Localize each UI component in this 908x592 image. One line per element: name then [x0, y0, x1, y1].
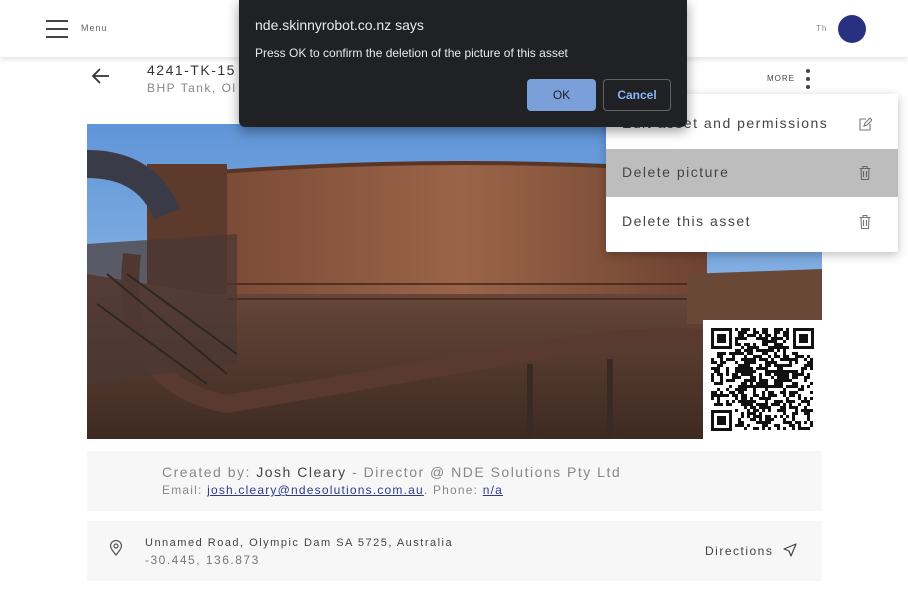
confirm-dialog: nde.skinnyrobot.co.nz says Press OK to c… [239, 0, 687, 127]
dialog-message: Press OK to confirm the deletion of the … [255, 46, 568, 60]
user-initials: Th [816, 24, 828, 33]
phone-prefix: . Phone: [423, 483, 483, 497]
menu-item-delete-asset[interactable]: Delete this asset [606, 198, 898, 246]
trash-icon [859, 214, 871, 230]
directions-button[interactable]: Directions [705, 544, 773, 558]
contact-line: Email: josh.cleary@ndesolutions.com.au. … [162, 483, 503, 497]
created-by-prefix: Created by: [162, 464, 257, 480]
qr-code [703, 320, 822, 439]
email-prefix: Email: [162, 483, 208, 497]
menu-item-label: Delete this asset [622, 213, 751, 229]
creator-name: Josh Cleary [256, 464, 347, 480]
more-vertical-icon[interactable] [805, 69, 811, 89]
location-card: Unnamed Road, Olympic Dam SA 5725, Austr… [87, 521, 822, 581]
avatar[interactable] [838, 15, 866, 43]
email-link[interactable]: josh.cleary@ndesolutions.com.au [207, 483, 424, 497]
asset-subtitle: BHP Tank, Ol [147, 81, 237, 95]
creator-role: - Director @ NDE Solutions Pty Ltd [346, 464, 622, 480]
ok-button[interactable]: OK [527, 79, 596, 111]
menu-item-label: Delete picture [622, 164, 730, 180]
created-by-line: Created by: Josh Cleary - Director @ NDE… [162, 464, 621, 480]
creator-card: Created by: Josh Cleary - Director @ NDE… [87, 451, 822, 511]
trash-icon [859, 165, 871, 181]
dialog-title: nde.skinnyrobot.co.nz says [255, 17, 424, 33]
location-pin-icon [109, 540, 123, 556]
navigation-arrow-icon[interactable] [783, 543, 797, 557]
phone-link[interactable]: n/a [483, 483, 503, 497]
menu-item-delete-picture[interactable]: Delete picture [606, 149, 898, 197]
address: Unnamed Road, Olympic Dam SA 5725, Austr… [145, 537, 454, 549]
more-label[interactable]: MORE [767, 74, 795, 83]
cancel-button[interactable]: Cancel [603, 79, 671, 111]
hamburger-menu-icon[interactable] [46, 20, 68, 38]
asset-id: 4241-TK-15 [147, 62, 236, 78]
coordinates: -30.445, 136.873 [145, 553, 260, 567]
edit-icon [859, 117, 872, 131]
menu-label[interactable]: Menu [81, 23, 108, 33]
back-arrow-icon[interactable] [89, 64, 113, 88]
